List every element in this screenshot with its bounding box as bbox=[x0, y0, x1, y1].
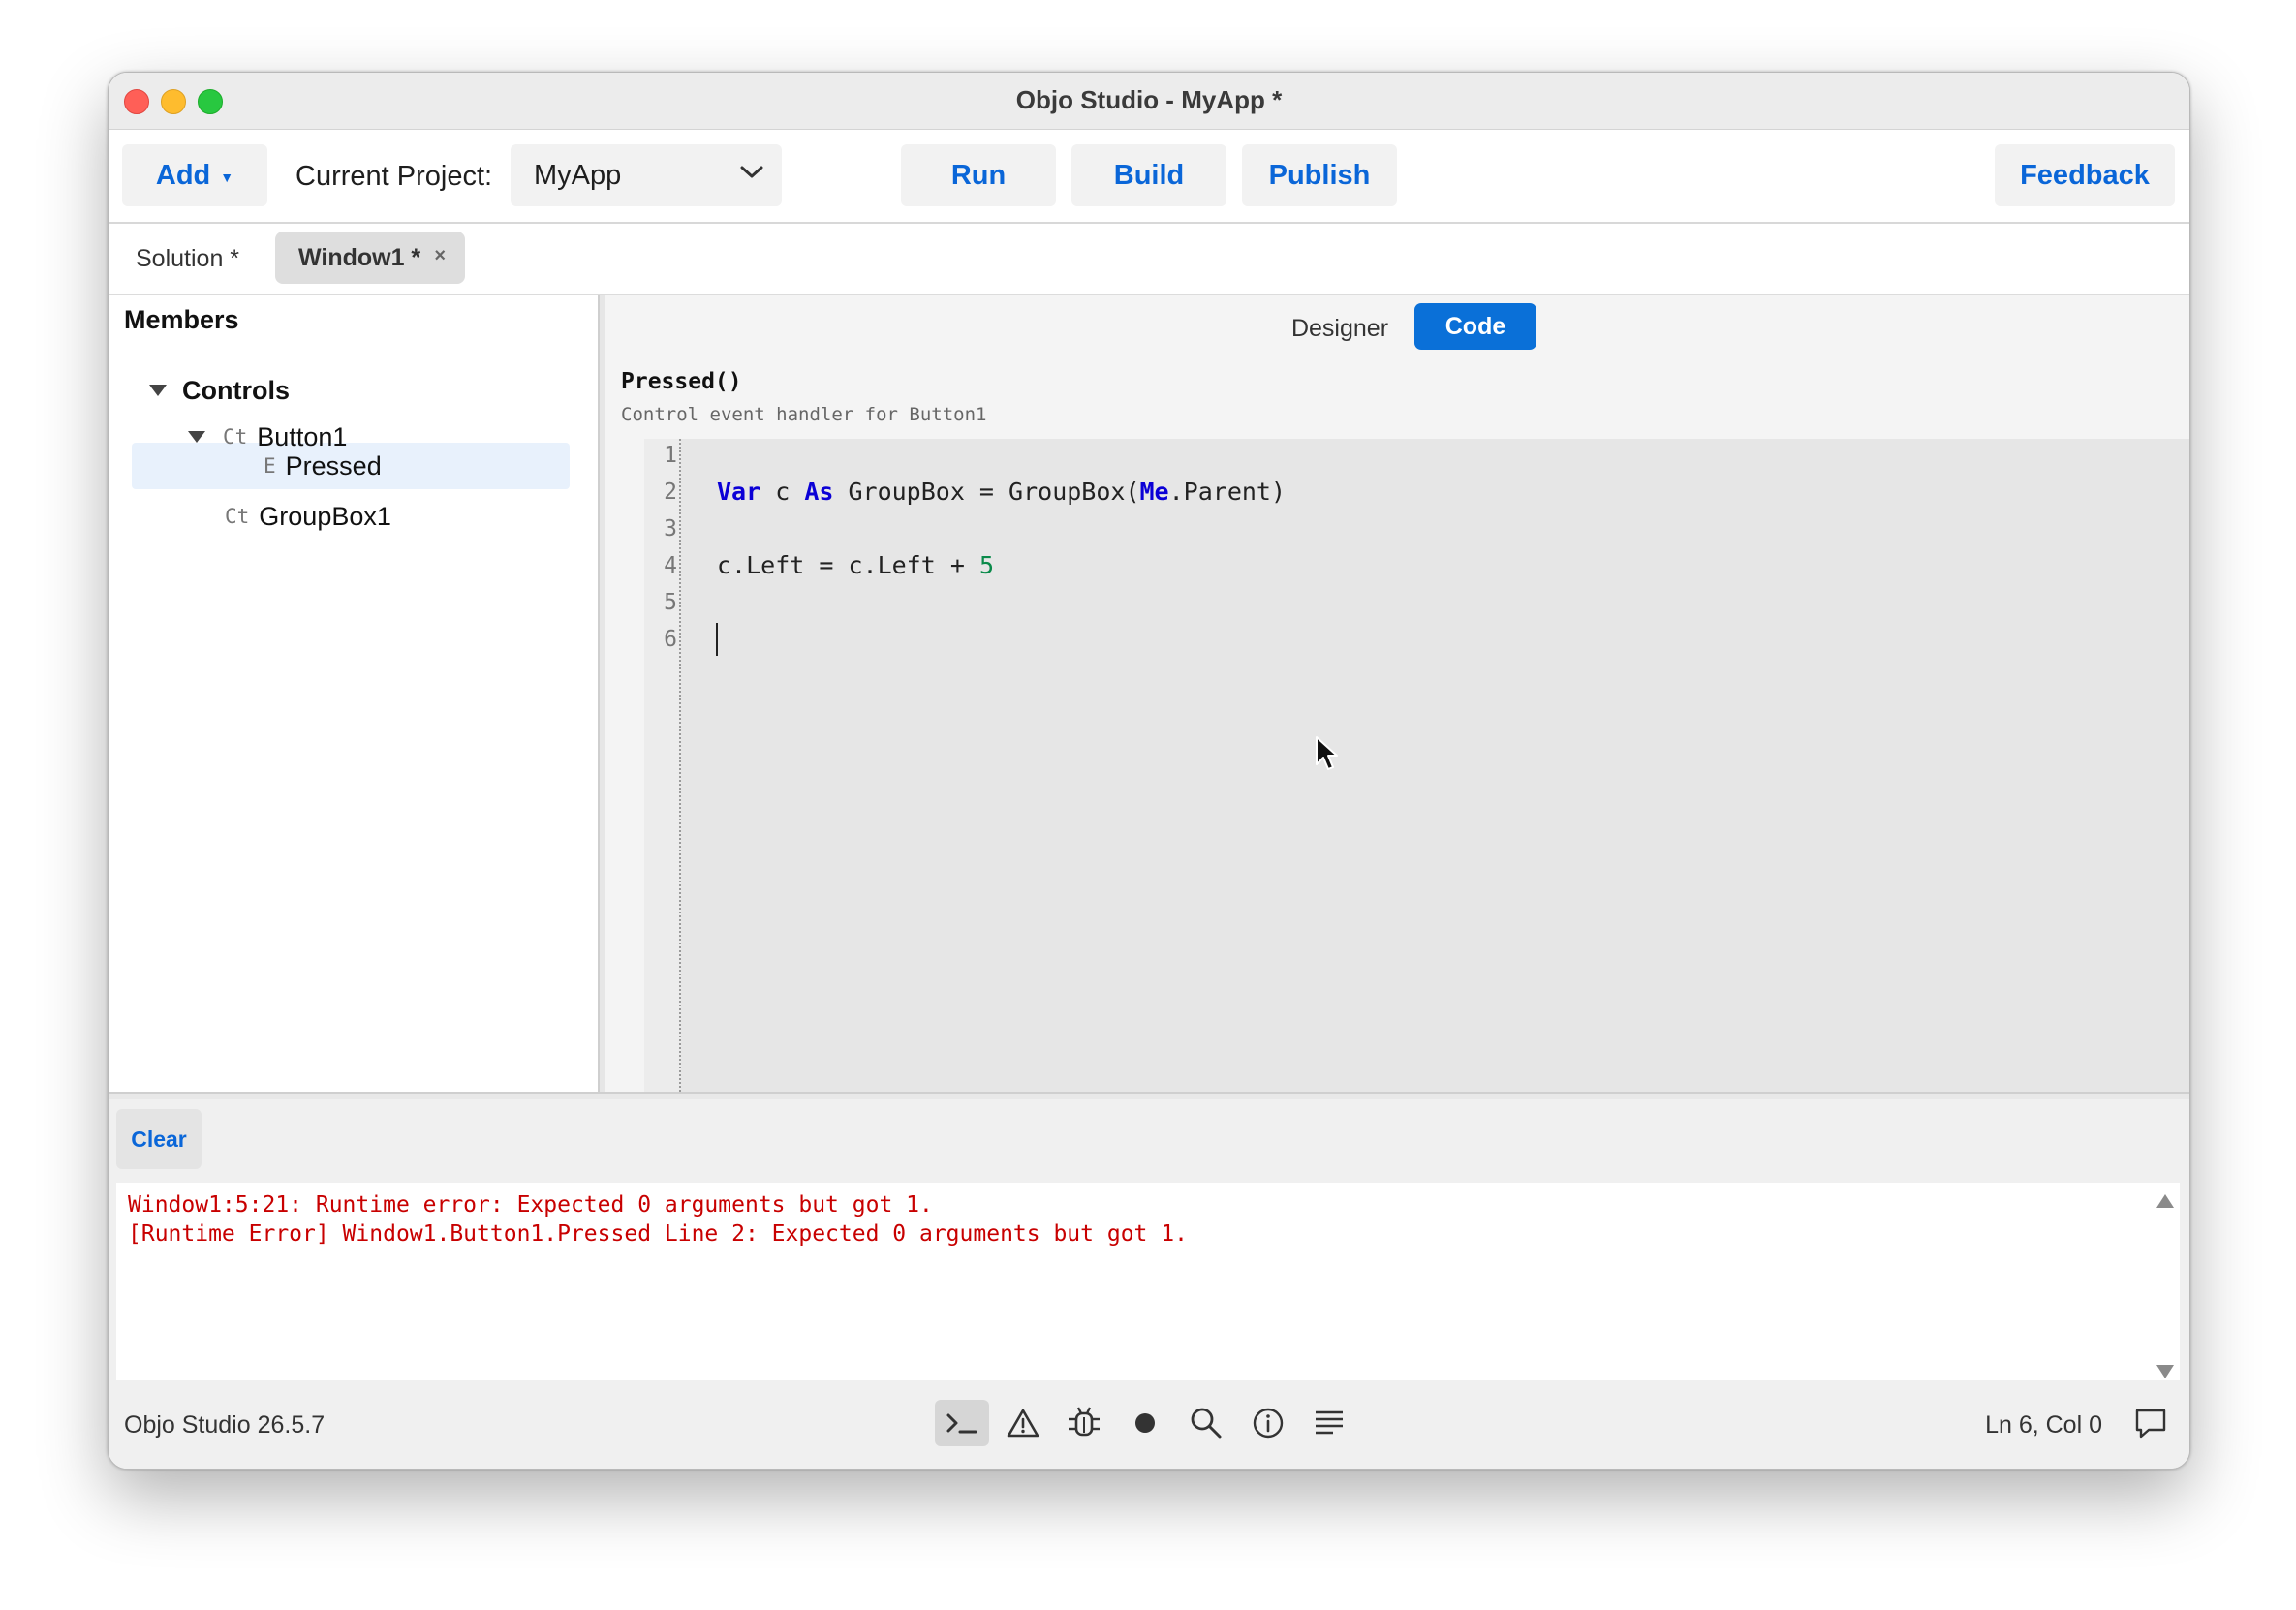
console-error-line: [Runtime Error] Window1.Button1.Pressed … bbox=[128, 1222, 1188, 1247]
disclosure-triangle-icon[interactable] bbox=[149, 385, 167, 396]
title-bar: Objo Studio - MyApp * bbox=[109, 73, 2189, 130]
line-number: 1 bbox=[664, 443, 677, 468]
close-tab-icon[interactable]: × bbox=[434, 245, 446, 267]
tree-item-controls[interactable]: Controls bbox=[149, 367, 290, 414]
line-number: 6 bbox=[664, 627, 677, 652]
tab-window1-label: Window1 * bbox=[298, 243, 421, 271]
code-text: .Parent) bbox=[1168, 478, 1287, 506]
toolbar: Add ▼ Current Project: MyApp Run Build P… bbox=[109, 130, 2189, 224]
add-button[interactable]: Add ▼ bbox=[122, 144, 267, 206]
chevron-down-icon bbox=[740, 166, 763, 178]
terminal-icon[interactable] bbox=[935, 1400, 989, 1446]
record-icon[interactable] bbox=[1118, 1400, 1172, 1446]
scroll-up-arrow-icon[interactable] bbox=[2156, 1194, 2174, 1208]
code-text: c.Left = c.Left + bbox=[717, 551, 979, 579]
members-panel: Members Controls Ct Button1 E Pressed Ct… bbox=[109, 295, 598, 1092]
code-line-2: Var c As GroupBox = GroupBox(Me.Parent) bbox=[717, 478, 1286, 506]
info-icon[interactable] bbox=[1241, 1400, 1295, 1446]
code-keyword: As bbox=[804, 478, 834, 506]
tree-item-groupbox1[interactable]: Ct GroupBox1 bbox=[225, 493, 391, 540]
chat-icon[interactable] bbox=[2133, 1406, 2168, 1440]
build-button[interactable]: Build bbox=[1071, 144, 1226, 206]
mouse-pointer-icon bbox=[1316, 736, 1338, 770]
code-view-button[interactable]: Code bbox=[1414, 303, 1536, 350]
text-caret bbox=[716, 623, 718, 656]
publish-button[interactable]: Publish bbox=[1242, 144, 1397, 206]
app-version: Objo Studio 26.5.7 bbox=[124, 1411, 326, 1439]
code-editor-panel: Designer Code Pressed() Control event ha… bbox=[605, 295, 2189, 1092]
method-description: Control event handler for Button1 bbox=[621, 404, 987, 425]
code-text-area[interactable]: 1 2 3 4 5 6 Var c As GroupBox = GroupBox… bbox=[644, 439, 2189, 1092]
line-number: 5 bbox=[664, 590, 677, 615]
app-window: Objo Studio - MyApp * Add ▼ Current Proj… bbox=[108, 72, 2190, 1470]
clear-button[interactable]: Clear bbox=[116, 1109, 202, 1169]
caret-down-icon: ▼ bbox=[220, 170, 234, 185]
tree-item-label: Pressed bbox=[285, 450, 382, 480]
vertical-splitter[interactable] bbox=[598, 295, 605, 1092]
line-number-gutter: 1 2 3 4 5 6 bbox=[644, 439, 681, 1092]
tab-solution[interactable]: Solution * bbox=[136, 245, 239, 273]
run-button[interactable]: Run bbox=[901, 144, 1056, 206]
disclosure-triangle-icon[interactable] bbox=[188, 431, 205, 443]
window-title: Objo Studio - MyApp * bbox=[1015, 85, 1283, 114]
project-select[interactable]: MyApp bbox=[511, 144, 782, 206]
code-text: c bbox=[760, 478, 805, 506]
feedback-button[interactable]: Feedback bbox=[1995, 144, 2175, 206]
code-keyword: Var bbox=[717, 478, 761, 506]
debug-icon[interactable] bbox=[1057, 1400, 1111, 1446]
status-bar: Objo Studio 26.5.7 Ln 6, Col 0 bbox=[109, 1380, 2189, 1469]
tree-item-label: Controls bbox=[182, 375, 290, 405]
cursor-position: Ln 6, Col 0 bbox=[1985, 1411, 2102, 1439]
control-kind-badge: Ct bbox=[223, 425, 248, 449]
tab-window1[interactable]: Window1 * × bbox=[275, 232, 465, 284]
code-line-4: c.Left = c.Left + 5 bbox=[717, 551, 994, 579]
line-number: 2 bbox=[664, 480, 677, 505]
current-project-label: Current Project: bbox=[295, 161, 493, 192]
add-button-label: Add bbox=[155, 159, 211, 191]
line-number: 4 bbox=[664, 553, 677, 578]
list-icon[interactable] bbox=[1302, 1400, 1356, 1446]
console-output[interactable]: Window1:5:21: Runtime error: Expected 0 … bbox=[116, 1183, 2180, 1386]
tree-item-pressed[interactable]: E Pressed bbox=[264, 443, 382, 489]
warning-icon[interactable] bbox=[996, 1400, 1050, 1446]
code-keyword: Me bbox=[1139, 478, 1169, 506]
tree-item-label: GroupBox1 bbox=[259, 501, 391, 531]
horizontal-splitter[interactable] bbox=[109, 1092, 2189, 1099]
console-error-line: Window1:5:21: Runtime error: Expected 0 … bbox=[128, 1192, 933, 1218]
code-text: GroupBox = GroupBox( bbox=[833, 478, 1140, 506]
line-number: 3 bbox=[664, 516, 677, 542]
project-select-value: MyApp bbox=[534, 159, 622, 191]
document-tabs: Solution * Window1 * × bbox=[109, 224, 2189, 295]
search-icon[interactable] bbox=[1179, 1400, 1233, 1446]
method-signature: Pressed() bbox=[621, 369, 742, 394]
members-title: Members bbox=[124, 305, 239, 334]
console-panel: Clear Window1:5:21: Runtime error: Expec… bbox=[109, 1099, 2189, 1386]
code-number: 5 bbox=[978, 551, 994, 579]
scroll-down-arrow-icon[interactable] bbox=[2156, 1365, 2174, 1378]
control-kind-badge: Ct bbox=[225, 505, 250, 528]
event-kind-badge: E bbox=[264, 454, 276, 478]
designer-view-button[interactable]: Designer bbox=[1282, 305, 1398, 352]
